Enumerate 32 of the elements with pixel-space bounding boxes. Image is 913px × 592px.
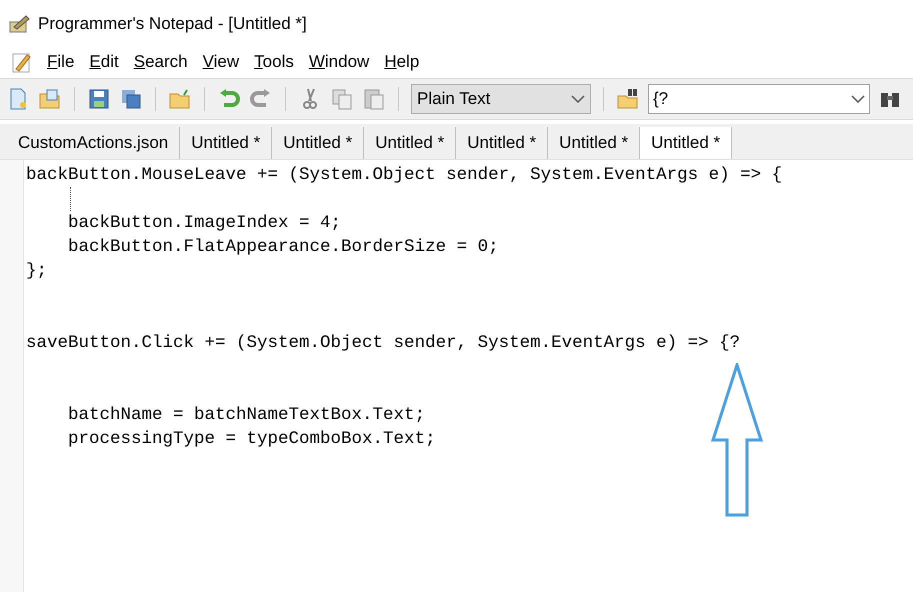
code-line: backButton.MouseLeave += (System.Object sender, System.EventArgs e) => { xyxy=(26,164,782,187)
code-line: backButton.ImageIndex = 4; xyxy=(67,212,342,235)
scheme-dropdown[interactable]: Plain Text xyxy=(411,84,591,114)
copy-icon[interactable] xyxy=(330,87,354,111)
find-combo-field[interactable]: {? xyxy=(648,84,870,114)
scheme-value: Plain Text xyxy=(417,88,490,110)
code-line: backButton.FlatAppearance.BorderSize = 0; xyxy=(67,236,499,259)
chevron-down-icon xyxy=(851,95,865,103)
menu-item[interactable]: File xyxy=(47,49,74,75)
code-line: saveButton.Click += (System.Object sender, System.EventArgs e) => {? xyxy=(26,332,740,355)
binoculars-folder-icon[interactable] xyxy=(616,87,640,111)
notepad-pencil-icon xyxy=(8,13,30,35)
code-line: }; xyxy=(26,260,48,283)
pencil-icon xyxy=(12,51,32,73)
code-line: batchName = batchNameTextBox.Text; xyxy=(67,404,426,427)
find-value: {? xyxy=(653,88,668,110)
menu-item[interactable]: Search xyxy=(134,49,188,75)
menu-item[interactable]: Edit xyxy=(89,49,119,75)
save-all-icon[interactable] xyxy=(119,87,143,111)
indent-guide xyxy=(70,187,71,211)
menu-item[interactable]: Help xyxy=(384,49,420,75)
save-icon[interactable] xyxy=(87,87,111,111)
menu-item[interactable]: Window xyxy=(308,49,370,75)
document-tab[interactable]: Untitled * xyxy=(640,127,732,159)
window-title: Programmer's Notepad - [Untitled *] xyxy=(38,13,307,36)
menu-item[interactable]: Tools xyxy=(254,49,294,75)
code-line: processingType = typeComboBox.Text; xyxy=(67,428,436,451)
paste-icon[interactable] xyxy=(362,87,386,111)
open-folder-icon[interactable] xyxy=(38,87,62,111)
folder-icon[interactable] xyxy=(168,87,192,111)
menu-item[interactable]: View xyxy=(202,49,240,75)
chevron-down-icon xyxy=(571,95,585,103)
